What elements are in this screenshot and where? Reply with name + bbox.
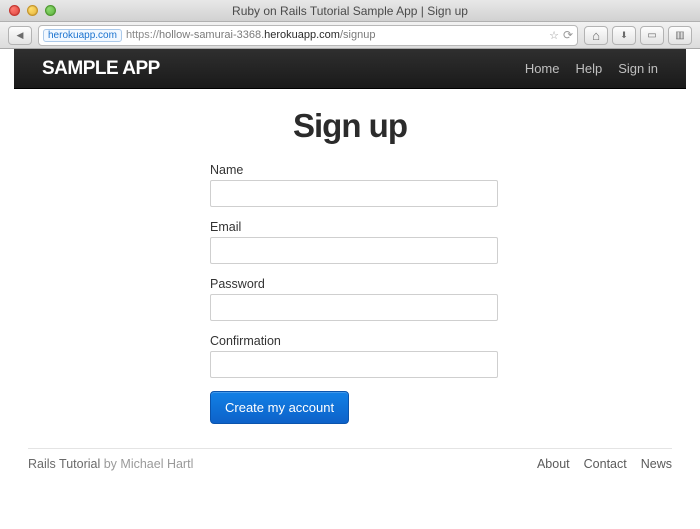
signup-form: Name Email Password Confirmation Create …: [210, 163, 498, 424]
footer-title[interactable]: Rails Tutorial: [28, 457, 100, 471]
app-navbar: Sample App Home Help Sign in: [14, 49, 686, 89]
page-heading: Sign up: [0, 107, 700, 145]
footer-links: About Contact News: [537, 457, 672, 471]
password-label: Password: [210, 277, 498, 291]
name-input[interactable]: [210, 180, 498, 207]
url-path: /signup: [340, 29, 375, 41]
url-subdomain: hollow-samurai-3368.: [159, 29, 264, 41]
footer-contact-link[interactable]: Contact: [584, 457, 627, 471]
download-icon: [620, 30, 628, 41]
viewport: Sample App Home Help Sign in Sign up Nam…: [0, 49, 700, 529]
footer-about-link[interactable]: About: [537, 457, 570, 471]
footer-news-link[interactable]: News: [641, 457, 672, 471]
footer-credit: Rails Tutorial by Michael Hartl: [28, 457, 193, 471]
password-input[interactable]: [210, 294, 498, 321]
nav-help-link[interactable]: Help: [576, 61, 603, 76]
browser-toolbar: herokuapp.com https:// hollow-samurai-33…: [0, 22, 700, 49]
email-input[interactable]: [210, 237, 498, 264]
home-icon: [592, 28, 600, 43]
name-label: Name: [210, 163, 498, 177]
nav-links: Home Help Sign in: [525, 61, 658, 76]
traffic-lights: [0, 5, 56, 16]
zoom-window-icon[interactable]: [45, 5, 56, 16]
close-window-icon[interactable]: [9, 5, 20, 16]
bookmark-icon[interactable]: [549, 29, 559, 42]
tabs-icon: [675, 30, 684, 41]
footer-author[interactable]: Michael Hartl: [120, 457, 193, 471]
downloads-button[interactable]: [612, 26, 636, 45]
footer-by: by: [100, 457, 120, 471]
footer: Rails Tutorial by Michael Hartl About Co…: [28, 448, 672, 471]
tabs-button[interactable]: [668, 26, 692, 45]
confirmation-label: Confirmation: [210, 334, 498, 348]
nav-home-link[interactable]: Home: [525, 61, 560, 76]
reload-icon[interactable]: [563, 28, 573, 42]
confirmation-input[interactable]: [210, 351, 498, 378]
address-bar[interactable]: herokuapp.com https:// hollow-samurai-33…: [38, 25, 578, 46]
brand-logo[interactable]: Sample App: [42, 58, 160, 80]
reader-button[interactable]: [640, 26, 664, 45]
window-title: Ruby on Rails Tutorial Sample App | Sign…: [0, 4, 700, 18]
url-host: herokuapp.com: [264, 29, 340, 41]
create-account-button[interactable]: Create my account: [210, 391, 349, 424]
page-content: Sign up Name Email Password Confirmation…: [0, 89, 700, 424]
minimize-window-icon[interactable]: [27, 5, 38, 16]
email-label: Email: [210, 220, 498, 234]
page-icon: [647, 30, 656, 41]
home-button[interactable]: [584, 26, 608, 45]
back-button[interactable]: [8, 26, 32, 45]
window-titlebar: Ruby on Rails Tutorial Sample App | Sign…: [0, 0, 700, 22]
site-identity-badge[interactable]: herokuapp.com: [43, 29, 122, 42]
url-scheme: https://: [126, 29, 159, 41]
nav-signin-link[interactable]: Sign in: [618, 61, 658, 76]
